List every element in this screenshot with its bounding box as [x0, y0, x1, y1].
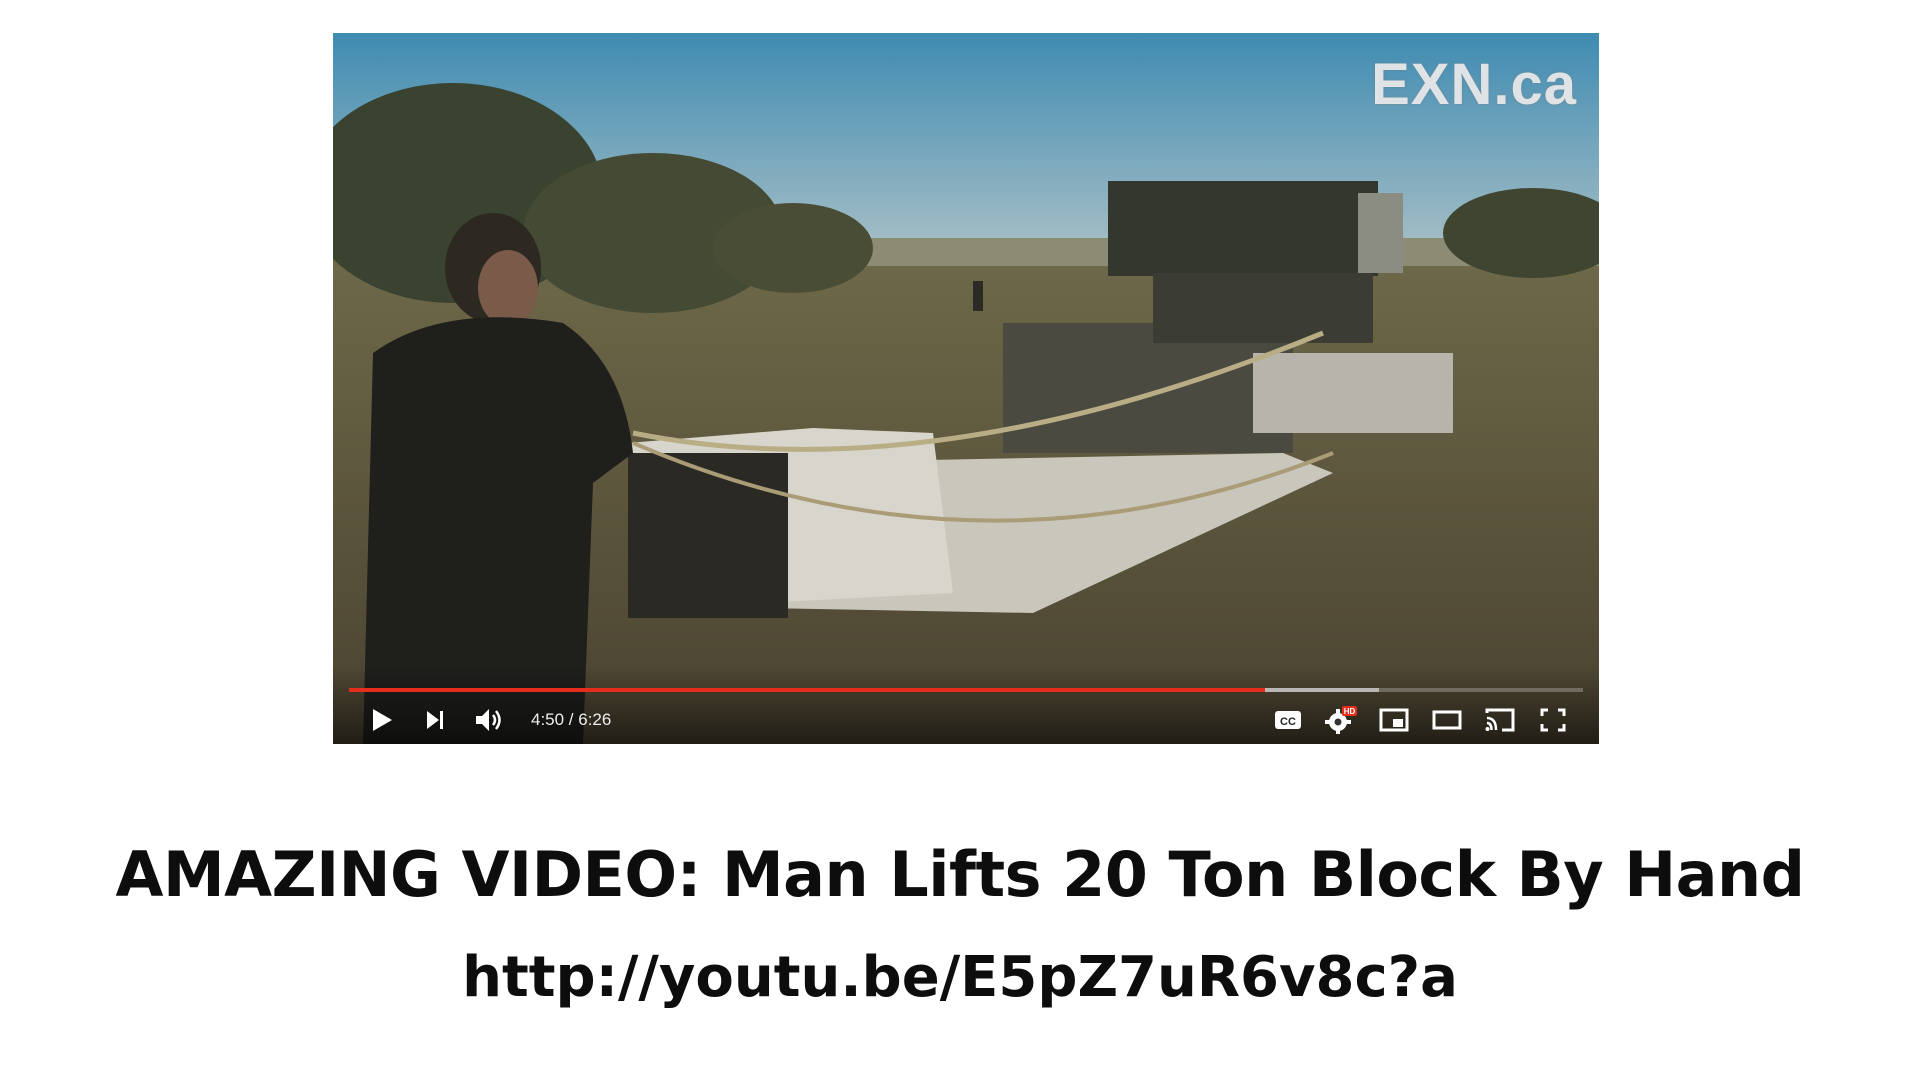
hd-badge: HD: [1343, 707, 1355, 716]
volume-icon: [476, 709, 501, 731]
video-frame: [333, 33, 1599, 744]
theater-mode-button[interactable]: [1420, 696, 1473, 744]
controls-right: CC HD: [1261, 696, 1599, 744]
captions-button[interactable]: CC: [1261, 696, 1314, 744]
settings-hd-icon: HD: [1324, 706, 1357, 734]
theater-mode-icon: [1432, 710, 1461, 730]
settings-button[interactable]: HD: [1314, 696, 1367, 744]
progress-bar[interactable]: [349, 688, 1583, 692]
time-display: 4:50 / 6:26: [531, 710, 612, 729]
video-title: AMAZING VIDEO: Man Lifts 20 Ton Block By…: [115, 838, 1805, 911]
volume-button[interactable]: [461, 696, 517, 744]
captions-icon: CC: [1274, 711, 1301, 729]
play-icon: [373, 709, 392, 731]
miniplayer-icon: [1379, 708, 1408, 732]
fullscreen-icon: [1540, 708, 1565, 732]
cast-button[interactable]: [1473, 696, 1526, 744]
fullscreen-button[interactable]: [1526, 696, 1579, 744]
video-player[interactable]: EXN.ca 4:50 / 6:26 CC HD: [333, 33, 1599, 744]
channel-watermark: EXN.ca: [1371, 52, 1577, 117]
player-controls: 4:50 / 6:26 CC HD: [333, 696, 1599, 744]
captions-label: CC: [1280, 716, 1296, 728]
next-icon: [427, 711, 443, 729]
progress-played: [349, 688, 1266, 692]
play-button[interactable]: [353, 696, 409, 744]
cast-icon: [1485, 708, 1514, 732]
miniplayer-button[interactable]: [1367, 696, 1420, 744]
video-url[interactable]: http://youtu.be/E5pZ7uR6v8c?a: [0, 945, 1920, 1010]
next-button[interactable]: [409, 696, 461, 744]
